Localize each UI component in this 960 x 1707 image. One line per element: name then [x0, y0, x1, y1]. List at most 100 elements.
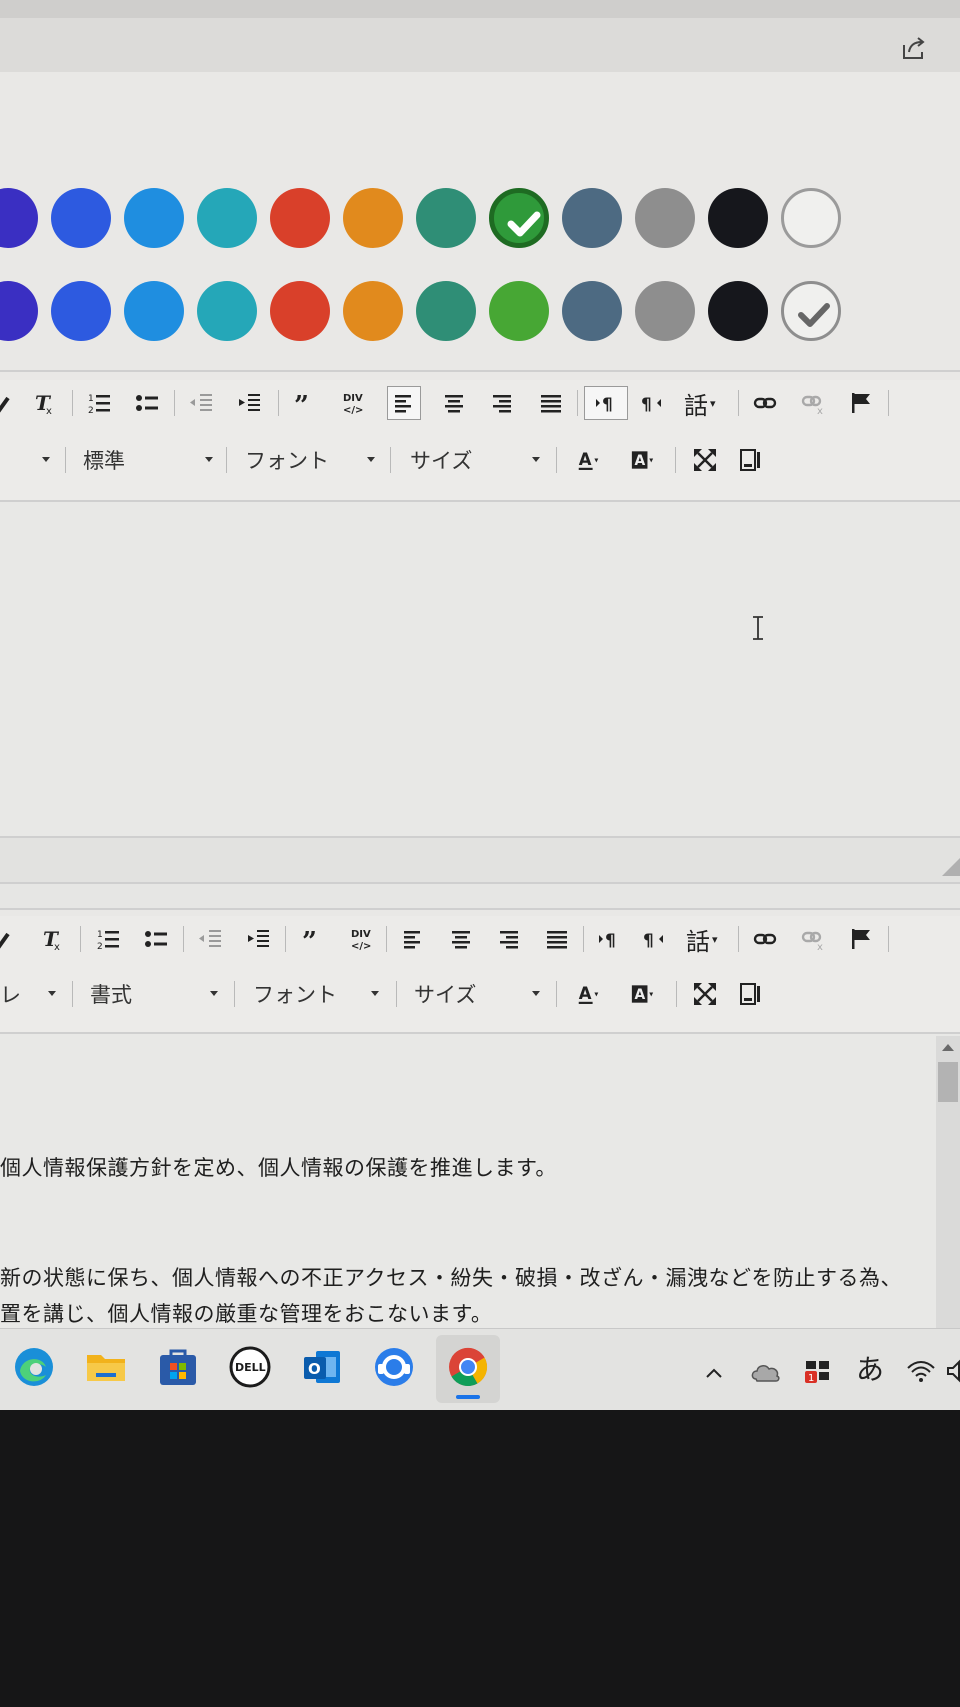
scroll-thumb[interactable] — [938, 1062, 958, 1102]
background-color-icon[interactable]: A ▾ — [624, 443, 664, 477]
indent-icon[interactable] — [232, 386, 266, 420]
editor1-content-area[interactable] — [0, 502, 960, 836]
resize-handle-icon[interactable] — [940, 856, 960, 876]
blockquote-icon[interactable]: ” — [296, 922, 330, 956]
color-swatch[interactable] — [51, 281, 111, 341]
color-swatch[interactable] — [270, 188, 330, 248]
text-direction-ltr-icon[interactable]: ¶ — [584, 386, 628, 420]
chrome-icon[interactable] — [446, 1345, 490, 1389]
color-swatch[interactable] — [416, 281, 476, 341]
size-combo[interactable]: サイズ — [414, 977, 540, 1011]
remove-format-icon[interactable]: Tx — [27, 386, 61, 420]
numbered-list-icon[interactable]: 12 — [82, 386, 116, 420]
color-swatch-selected[interactable] — [489, 188, 549, 248]
volume-icon[interactable] — [946, 1359, 960, 1383]
styles-combo[interactable] — [0, 443, 50, 477]
color-swatch[interactable] — [562, 281, 622, 341]
create-div-icon[interactable]: DIV </> — [344, 922, 378, 956]
editor2-content-area[interactable]: 個人情報保護方針を定め、個人情報の保護を推進します。 新の状態に保ち、個人情報へ… — [0, 1034, 960, 1328]
text-color-icon[interactable]: A ▾ — [570, 443, 610, 477]
chevron-up-icon[interactable] — [704, 1363, 724, 1383]
scroll-up-arrow-icon[interactable] — [942, 1044, 954, 1051]
store-icon[interactable] — [156, 1345, 200, 1389]
maximize-icon[interactable] — [688, 443, 722, 477]
color-swatch[interactable] — [0, 281, 38, 341]
ime-indicator[interactable]: あ — [852, 1351, 888, 1386]
edge-icon[interactable] — [12, 1345, 56, 1389]
color-swatch[interactable] — [0, 188, 38, 248]
align-left-icon[interactable] — [396, 922, 430, 956]
font-combo[interactable]: フォント — [253, 977, 379, 1011]
section-divider — [0, 370, 960, 372]
text-direction-ltr-icon[interactable]: ¶ — [592, 922, 626, 956]
color-swatch[interactable] — [708, 281, 768, 341]
justify-icon[interactable] — [540, 922, 574, 956]
toolbar-separator — [278, 390, 279, 416]
talk-dropdown-button[interactable]: 話 ▾ — [686, 922, 730, 956]
format-combo[interactable]: 標準 — [83, 443, 213, 477]
align-left-icon[interactable] — [387, 386, 421, 420]
bulleted-list-icon[interactable] — [139, 922, 173, 956]
onedrive-icon[interactable] — [750, 1359, 782, 1383]
show-blocks-icon[interactable] — [734, 443, 768, 477]
wifi-icon[interactable] — [906, 1359, 936, 1383]
unlink-icon[interactable]: x — [797, 922, 831, 956]
align-center-icon[interactable] — [444, 922, 478, 956]
paintbrush-icon[interactable] — [0, 386, 24, 420]
outdent-icon[interactable] — [193, 922, 227, 956]
anchor-flag-icon[interactable] — [844, 922, 878, 956]
numbered-list-icon[interactable]: 12 — [91, 922, 125, 956]
outdent-icon[interactable] — [184, 386, 218, 420]
dell-icon[interactable]: DELL — [228, 1345, 272, 1389]
link-icon[interactable] — [748, 922, 782, 956]
font-combo[interactable]: フォント — [245, 443, 375, 477]
color-swatch[interactable] — [343, 281, 403, 341]
maximize-icon[interactable] — [688, 977, 722, 1011]
color-swatch[interactable] — [124, 188, 184, 248]
justify-icon[interactable] — [534, 386, 568, 420]
text-color-icon[interactable]: A ▾ — [570, 977, 610, 1011]
color-swatch[interactable] — [562, 188, 622, 248]
color-swatch[interactable] — [635, 281, 695, 341]
indent-icon[interactable] — [241, 922, 275, 956]
color-swatch[interactable] — [124, 281, 184, 341]
show-blocks-icon[interactable] — [734, 977, 768, 1011]
no-color-swatch[interactable] — [781, 281, 841, 341]
anchor-flag-icon[interactable] — [844, 386, 878, 420]
color-swatch[interactable] — [197, 281, 257, 341]
background-color-icon[interactable]: A ▾ — [624, 977, 664, 1011]
blockquote-icon[interactable]: ” — [288, 386, 322, 420]
text-direction-rtl-icon[interactable]: ¶ — [635, 386, 669, 420]
color-swatch[interactable] — [270, 281, 330, 341]
align-right-icon[interactable] — [485, 386, 519, 420]
toolbar-separator — [676, 981, 677, 1007]
color-swatch[interactable] — [635, 188, 695, 248]
file-explorer-icon[interactable] — [84, 1345, 128, 1389]
align-right-icon[interactable] — [492, 922, 526, 956]
share-icon[interactable] — [898, 32, 930, 64]
color-swatch[interactable] — [489, 281, 549, 341]
bulleted-list-icon[interactable] — [130, 386, 164, 420]
paintbrush-icon[interactable] — [0, 922, 24, 956]
notification-app-icon[interactable]: 1 — [802, 1355, 834, 1387]
format-combo[interactable]: 書式 — [90, 977, 218, 1011]
unlink-icon[interactable]: x — [797, 386, 831, 420]
windows-taskbar: DELL O 1 あ — [0, 1328, 960, 1410]
size-combo[interactable]: サイズ — [410, 443, 540, 477]
outlook-icon[interactable]: O — [300, 1345, 344, 1389]
color-swatch[interactable] — [416, 188, 476, 248]
link-icon[interactable] — [748, 386, 782, 420]
color-swatch[interactable] — [343, 188, 403, 248]
support-icon[interactable] — [372, 1345, 416, 1389]
no-color-swatch[interactable] — [781, 188, 841, 248]
styles-combo[interactable]: レ — [0, 977, 56, 1011]
align-center-icon[interactable] — [437, 386, 471, 420]
create-div-icon[interactable]: DIV </> — [336, 386, 370, 420]
color-swatch[interactable] — [708, 188, 768, 248]
color-swatch[interactable] — [197, 188, 257, 248]
remove-format-icon[interactable]: Tx — [35, 922, 69, 956]
text-direction-rtl-icon[interactable]: ¶ — [637, 922, 671, 956]
editor2-scrollbar[interactable] — [936, 1036, 960, 1330]
color-swatch[interactable] — [51, 188, 111, 248]
talk-dropdown-button[interactable]: 話 ▾ — [684, 386, 728, 420]
